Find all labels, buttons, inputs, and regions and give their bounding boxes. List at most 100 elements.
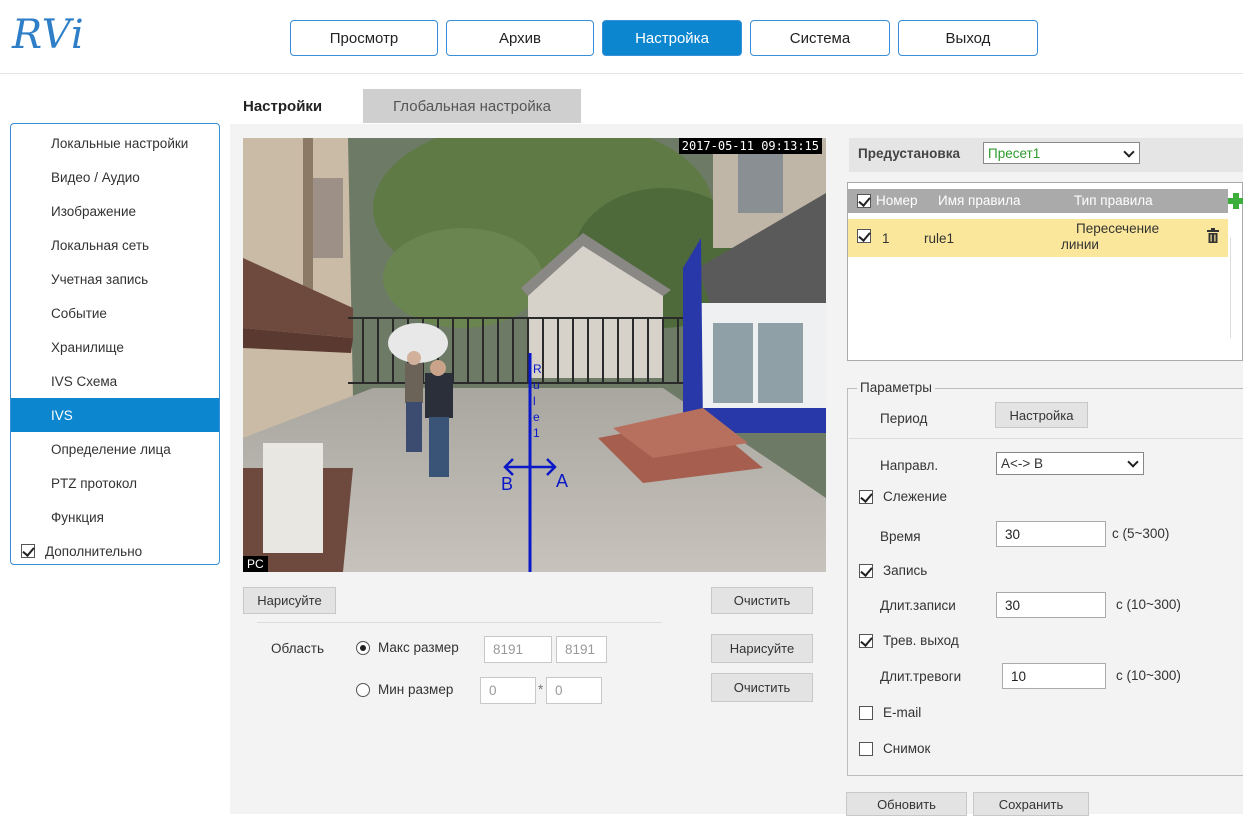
- parameters-legend: Параметры: [857, 380, 935, 395]
- direction-value: A<-> B: [1001, 456, 1044, 471]
- draw-rule-button[interactable]: Нарисуйте: [243, 587, 336, 614]
- direction-label: Направл.: [880, 458, 939, 473]
- record-duration-label: Длит.записи: [880, 598, 956, 613]
- rule-number: 1: [882, 231, 890, 246]
- save-button[interactable]: Сохранить: [973, 792, 1089, 816]
- sidebar-item-storage[interactable]: Хранилище: [11, 330, 219, 364]
- min-width-input[interactable]: 0: [480, 677, 536, 704]
- chevron-down-icon: [1123, 146, 1135, 158]
- tracking-label: Слежение: [883, 489, 948, 504]
- sidebar-item-ivs[interactable]: IVS: [11, 398, 219, 432]
- sidebar-item-advanced[interactable]: Дополнительно: [11, 534, 219, 568]
- sidebar-item-face-detection[interactable]: Определение лица: [11, 432, 219, 466]
- svg-text:l: l: [533, 394, 536, 408]
- nav-settings-button[interactable]: Настройка: [602, 20, 742, 56]
- nav-view-button[interactable]: Просмотр: [290, 20, 438, 56]
- email-checkbox[interactable]: [859, 705, 873, 720]
- rules-table-header: Номер Имя правила Тип правила: [848, 189, 1228, 213]
- min-height-input[interactable]: 0: [546, 677, 602, 704]
- advanced-label: Дополнительно: [45, 543, 143, 559]
- rule-checkbox[interactable]: [857, 229, 871, 243]
- draw-area-button[interactable]: Нарисуйте: [711, 634, 813, 663]
- min-size-radio[interactable]: [356, 683, 370, 698]
- column-rule-type: Тип правила: [1074, 193, 1153, 208]
- advanced-checkbox[interactable]: [21, 544, 35, 558]
- record-option[interactable]: Запись: [859, 563, 927, 578]
- sidebar-item-image[interactable]: Изображение: [11, 194, 219, 228]
- min-size-label: Мин размер: [378, 682, 454, 697]
- chevron-down-icon: [1127, 456, 1139, 468]
- svg-text:u: u: [533, 378, 540, 392]
- alarm-output-label: Трев. выход: [883, 633, 959, 648]
- time-input[interactable]: 30: [996, 521, 1106, 547]
- record-duration-range: с (10~300): [1116, 597, 1181, 612]
- email-label: E-mail: [883, 705, 922, 720]
- tab-settings[interactable]: Настройки: [243, 89, 322, 123]
- sidebar-item-video-audio[interactable]: Видео / Аудио: [11, 160, 219, 194]
- preset-value: Пресет1: [988, 145, 1041, 161]
- alarm-output-option[interactable]: Трев. выход: [859, 633, 959, 648]
- camera-scene: R u l e 1 B A: [243, 138, 826, 572]
- add-rule-icon[interactable]: [1228, 193, 1243, 209]
- alarm-duration-input[interactable]: 10: [1002, 663, 1106, 689]
- sidebar-item-ptz-protocol[interactable]: PTZ протокол: [11, 466, 219, 500]
- rvi-logo: RVi: [12, 12, 85, 58]
- select-all-rules-checkbox[interactable]: [857, 194, 871, 208]
- max-height-input[interactable]: 8191: [556, 636, 607, 663]
- trash-icon[interactable]: [1207, 228, 1219, 243]
- tracking-checkbox[interactable]: [859, 489, 873, 504]
- period-settings-button[interactable]: Настройка: [995, 402, 1088, 428]
- period-label: Период: [880, 411, 928, 426]
- tracking-option[interactable]: Слежение: [859, 489, 947, 504]
- record-label: Запись: [883, 563, 928, 578]
- preset-select[interactable]: Пресет1: [983, 142, 1140, 164]
- time-range: с (5~300): [1112, 526, 1170, 541]
- sidebar-item-function[interactable]: Функция: [11, 500, 219, 534]
- table-row[interactable]: 1 rule1 Пересечение линии: [848, 219, 1228, 257]
- rule-type-line1: Пересечение: [1076, 221, 1160, 236]
- rules-table: Номер Имя правила Тип правила 1 rule1 Пе…: [847, 182, 1243, 361]
- email-option[interactable]: E-mail: [859, 705, 921, 720]
- svg-text:R: R: [533, 362, 542, 376]
- rule-name: rule1: [924, 231, 955, 246]
- record-checkbox[interactable]: [859, 563, 873, 578]
- preset-bar: Предустановка Пресет1: [849, 138, 1243, 172]
- clear-area-button[interactable]: Очистить: [711, 673, 813, 702]
- draw-controls-divider: [257, 622, 662, 623]
- video-preview[interactable]: R u l e 1 B A 2017-05-11 09:13:15 PC: [243, 138, 826, 572]
- video-timestamp: 2017-05-11 09:13:15: [678, 138, 822, 154]
- sidebar: Локальные настройки Видео / Аудио Изобра…: [10, 123, 220, 565]
- max-size-option[interactable]: Макс размер: [356, 640, 459, 656]
- sidebar-item-ivs-scheme[interactable]: IVS Схема: [11, 364, 219, 398]
- top-nav: Просмотр Архив Настройка Система Выход: [290, 20, 1038, 56]
- column-rule-name: Имя правила: [938, 193, 1021, 208]
- clear-rule-button[interactable]: Очистить: [711, 587, 813, 614]
- alarm-output-checkbox[interactable]: [859, 633, 873, 648]
- period-divider: [849, 438, 1243, 439]
- sidebar-item-network[interactable]: Локальная сеть: [11, 228, 219, 262]
- time-label: Время: [880, 529, 921, 544]
- alarm-duration-range: с (10~300): [1116, 668, 1181, 683]
- sidebar-item-local-settings[interactable]: Локальные настройки: [11, 126, 219, 160]
- max-size-radio[interactable]: [356, 641, 370, 656]
- area-label: Область: [271, 641, 324, 656]
- snapshot-option[interactable]: Снимок: [859, 741, 930, 756]
- rules-scrollbar[interactable]: [1230, 238, 1242, 338]
- video-osd-label: PC: [243, 556, 268, 572]
- tab-global-settings[interactable]: Глобальная настройка: [363, 89, 581, 123]
- record-duration-input[interactable]: 30: [996, 592, 1106, 618]
- min-size-option[interactable]: Мин размер: [356, 682, 454, 698]
- nav-logout-button[interactable]: Выход: [898, 20, 1038, 56]
- rule-type-line2: линии: [1061, 237, 1099, 252]
- direction-select[interactable]: A<-> B: [996, 452, 1144, 475]
- nav-system-button[interactable]: Система: [750, 20, 890, 56]
- max-size-label: Макс размер: [378, 640, 459, 655]
- max-width-input[interactable]: 8191: [484, 636, 552, 663]
- sidebar-item-event[interactable]: Событие: [11, 296, 219, 330]
- refresh-button[interactable]: Обновить: [846, 792, 967, 816]
- snapshot-checkbox[interactable]: [859, 741, 873, 756]
- alarm-duration-label: Длит.тревоги: [880, 669, 962, 684]
- sidebar-item-account[interactable]: Учетная запись: [11, 262, 219, 296]
- min-size-times: *: [538, 682, 544, 697]
- nav-archive-button[interactable]: Архив: [446, 20, 594, 56]
